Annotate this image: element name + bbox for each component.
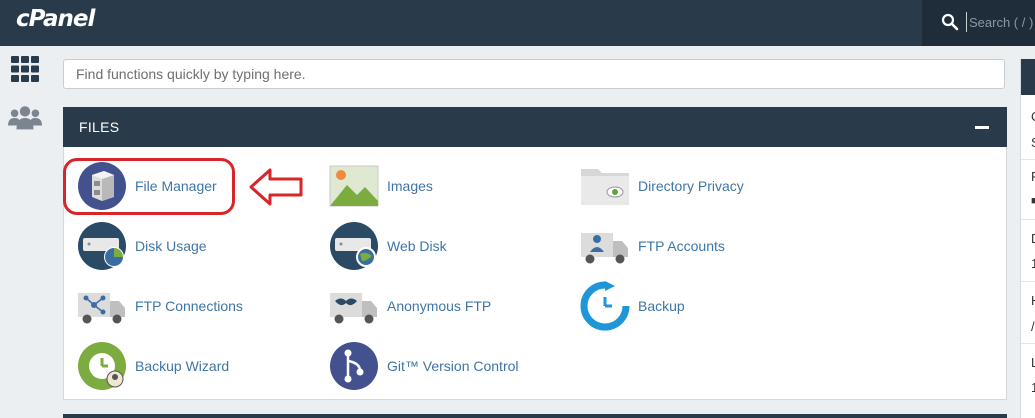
grid-icon[interactable] <box>8 52 42 86</box>
backup-icon <box>580 281 630 331</box>
users-icon[interactable] <box>8 101 42 135</box>
info-text: 1 <box>1031 380 1035 395</box>
next-panel-header[interactable] <box>63 414 1007 418</box>
divider <box>1021 343 1035 344</box>
tool-directory-privacy[interactable]: Directory Privacy <box>580 161 744 211</box>
files-panel-header[interactable]: FILES <box>63 107 1007 147</box>
collapse-icon[interactable] <box>975 126 989 129</box>
tool-label: Backup <box>638 298 685 314</box>
tool-ftp-accounts[interactable]: FTP Accounts <box>580 221 725 271</box>
search-input[interactable] <box>966 12 1035 32</box>
tool-label: Disk Usage <box>135 238 207 254</box>
tool-disk-usage[interactable]: Disk Usage <box>77 221 207 271</box>
backup-wizard-icon <box>77 341 127 391</box>
quick-find-input[interactable] <box>63 59 1005 89</box>
highlight-annotation <box>63 158 235 215</box>
lock-icon: ■ <box>1031 195 1035 207</box>
info-text: 1 <box>1031 256 1035 271</box>
tool-backup-wizard[interactable]: Backup Wizard <box>77 341 229 391</box>
tool-images[interactable]: Images <box>329 161 433 211</box>
info-text: D <box>1031 231 1035 246</box>
divider <box>1021 159 1035 160</box>
images-icon <box>329 161 379 211</box>
tool-label: Web Disk <box>387 238 447 254</box>
tool-anonymous-ftp[interactable]: Anonymous FTP <box>329 281 491 331</box>
tool-backup[interactable]: Backup <box>580 281 685 331</box>
search-icon[interactable] <box>941 13 959 31</box>
divider <box>1021 281 1035 282</box>
info-text: C <box>1031 109 1035 124</box>
left-arrow-icon <box>249 168 303 206</box>
divider <box>1021 219 1035 220</box>
git-icon <box>329 341 379 391</box>
cpanel-logo[interactable]: cPanel <box>16 6 95 32</box>
web-disk-icon <box>329 221 379 271</box>
info-text: L <box>1031 355 1035 370</box>
tool-label: Backup Wizard <box>135 358 230 374</box>
search-box <box>922 0 1035 46</box>
info-text: / <box>1031 319 1035 334</box>
tool-web-disk[interactable]: Web Disk <box>329 221 447 271</box>
tool-ftp-connections[interactable]: FTP Connections <box>77 281 243 331</box>
tool-label: Anonymous FTP <box>387 298 492 314</box>
info-text: S <box>1031 135 1035 150</box>
ftp-accounts-icon <box>580 221 630 271</box>
tool-label: FTP Connections <box>135 298 243 314</box>
general-info-header <box>1021 59 1035 95</box>
disk-usage-icon <box>77 221 127 271</box>
general-info-card: C S P ■ D 1 H / L 1 <box>1020 59 1035 418</box>
anonymous-ftp-icon <box>329 281 379 331</box>
top-bar: cPanel <box>0 0 1035 46</box>
info-text: P <box>1031 169 1035 184</box>
tool-label: Git™ Version Control <box>387 358 519 374</box>
info-text: H <box>1031 293 1035 308</box>
tool-label: Directory Privacy <box>638 178 744 194</box>
files-panel-title: FILES <box>79 119 120 135</box>
tool-label: Images <box>387 178 433 194</box>
tool-label: FTP Accounts <box>638 238 725 254</box>
directory-privacy-icon <box>580 161 630 211</box>
tool-git-version-control[interactable]: Git™ Version Control <box>329 341 519 391</box>
ftp-connections-icon <box>77 281 127 331</box>
